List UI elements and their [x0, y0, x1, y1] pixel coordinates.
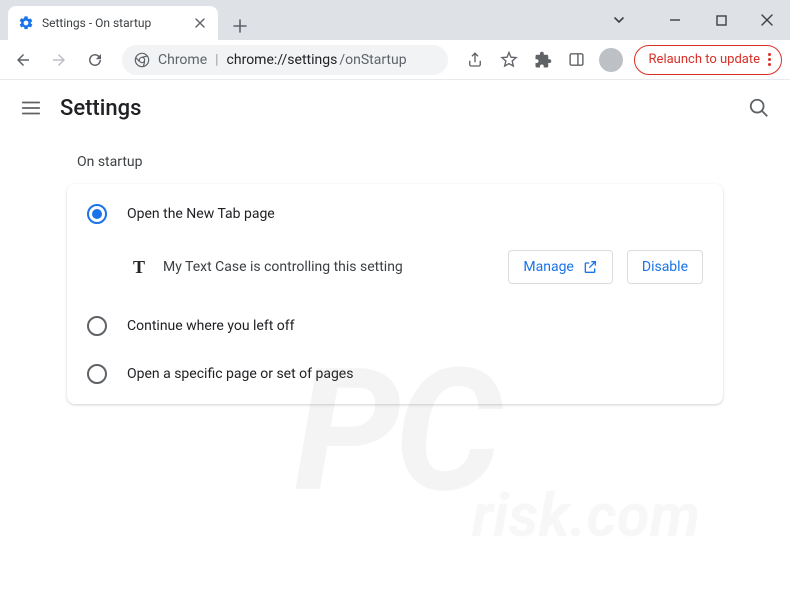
- disable-button[interactable]: Disable: [627, 250, 703, 284]
- radio-selected-icon[interactable]: [87, 204, 107, 224]
- close-icon[interactable]: [192, 15, 208, 31]
- settings-card: Open the New Tab page T My Text Case is …: [67, 184, 723, 404]
- back-button[interactable]: [8, 45, 38, 75]
- browser-toolbar: Chrome | chrome://settings/onStartup Rel…: [0, 40, 790, 80]
- browser-tab[interactable]: Settings - On startup: [8, 6, 218, 40]
- search-icon[interactable]: [748, 97, 770, 119]
- relaunch-button[interactable]: Relaunch to update: [634, 45, 782, 75]
- window-minimize-button[interactable]: [652, 4, 698, 36]
- manage-button[interactable]: Manage: [508, 250, 612, 284]
- option-label: Continue where you left off: [127, 318, 295, 334]
- forward-button: [44, 45, 74, 75]
- side-panel-icon[interactable]: [562, 45, 592, 75]
- on-startup-section: On startup Open the New Tab page T My Te…: [55, 154, 735, 404]
- option-label: Open a specific page or set of pages: [127, 366, 353, 382]
- radio-icon[interactable]: [87, 316, 107, 336]
- window-titlebar: Settings - On startup: [0, 0, 790, 40]
- menu-dots-icon: [768, 53, 771, 66]
- extensions-icon[interactable]: [528, 45, 558, 75]
- window-maximize-button[interactable]: [698, 4, 744, 36]
- option-label: Open the New Tab page: [127, 206, 275, 222]
- extension-control-notice: T My Text Case is controlling this setti…: [67, 238, 723, 302]
- window-close-button[interactable]: [744, 4, 790, 36]
- bookmark-icon[interactable]: [494, 45, 524, 75]
- share-icon[interactable]: [460, 45, 490, 75]
- chevron-down-icon[interactable]: [596, 4, 642, 36]
- extension-icon: T: [129, 257, 149, 277]
- page-content: Settings On startup Open the New Tab pag…: [0, 80, 790, 611]
- profile-avatar[interactable]: [596, 45, 626, 75]
- external-link-icon: [582, 259, 598, 275]
- extension-notice-text: My Text Case is controlling this setting: [163, 259, 494, 275]
- chrome-icon: [134, 52, 150, 68]
- section-label: On startup: [77, 154, 723, 170]
- gear-icon: [18, 15, 34, 31]
- relaunch-label: Relaunch to update: [649, 52, 760, 67]
- option-specific-pages[interactable]: Open a specific page or set of pages: [67, 350, 723, 398]
- radio-icon[interactable]: [87, 364, 107, 384]
- settings-header: Settings: [0, 80, 790, 136]
- avatar-icon: [599, 48, 623, 72]
- option-new-tab-page[interactable]: Open the New Tab page: [67, 190, 723, 238]
- tab-title: Settings - On startup: [42, 16, 184, 30]
- reload-button[interactable]: [80, 45, 110, 75]
- hamburger-icon[interactable]: [20, 97, 42, 119]
- url-text: Chrome | chrome://settings/onStartup: [158, 52, 407, 68]
- address-bar[interactable]: Chrome | chrome://settings/onStartup: [122, 45, 448, 75]
- page-title: Settings: [60, 96, 141, 121]
- option-continue[interactable]: Continue where you left off: [67, 302, 723, 350]
- new-tab-button[interactable]: [226, 12, 254, 40]
